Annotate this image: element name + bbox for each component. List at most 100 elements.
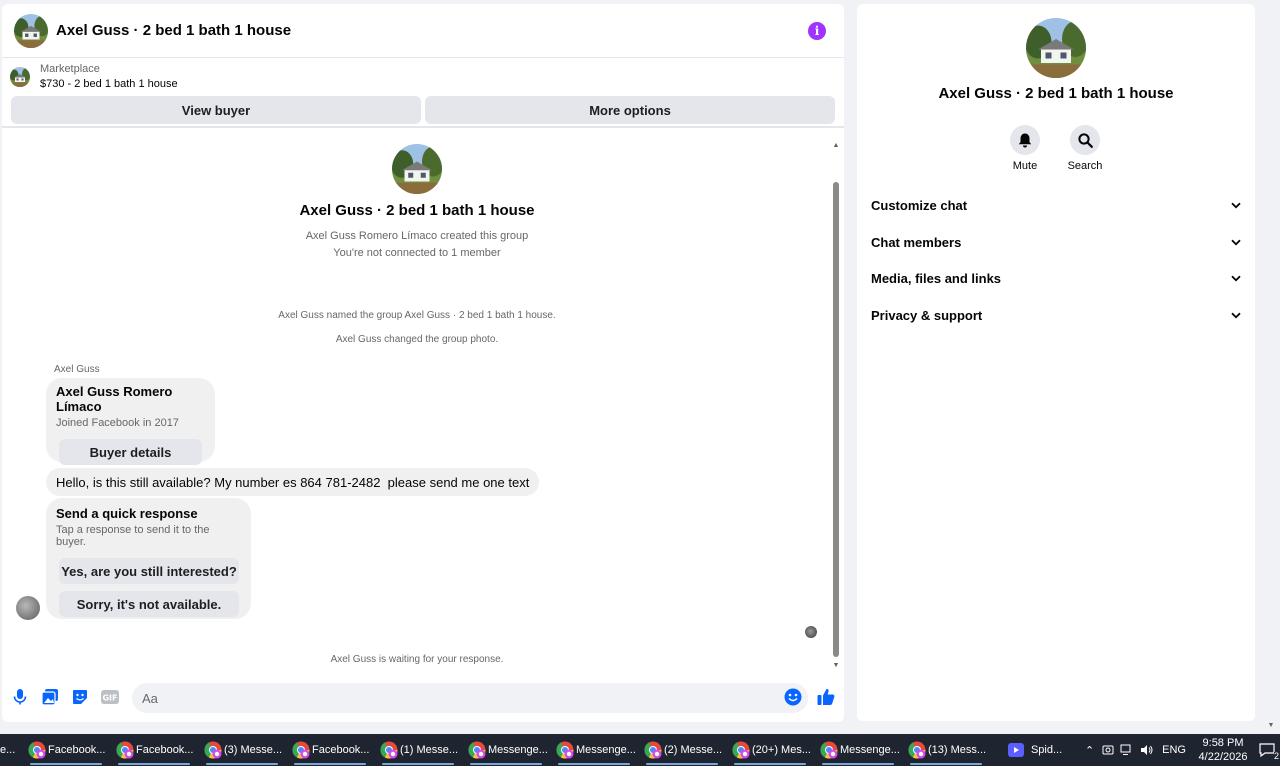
mute-button[interactable] xyxy=(1010,125,1040,155)
section-label: Media, files and links xyxy=(871,270,1002,286)
thread-scrollbar[interactable]: ▲ ▼ xyxy=(832,140,840,670)
clock-time: 9:58 PM xyxy=(1202,737,1244,749)
taskbar-item-video[interactable]: Spid... xyxy=(999,734,1079,766)
details-title: Axel Guss · 2 bed 1 bath 1 house xyxy=(938,85,1174,102)
intro-avatar xyxy=(392,144,442,194)
taskbar-item-label: (20+) Mes... xyxy=(752,744,811,756)
active-indicator xyxy=(206,763,278,765)
bell-icon xyxy=(1018,133,1032,147)
taskbar-item-chrome[interactable]: Messenge... xyxy=(550,734,638,766)
taskbar-item-label: (2) Messe... xyxy=(664,744,723,756)
page-scrollbar[interactable]: ▼ xyxy=(1266,0,1276,734)
house-photo xyxy=(14,14,48,48)
search-label: Search xyxy=(1067,160,1103,172)
taskbar-item-chrome[interactable]: (3) Messe... xyxy=(198,734,286,766)
quick-response-title: Send a quick response xyxy=(56,506,198,521)
scroll-up-arrow-icon[interactable]: ▲ xyxy=(832,142,840,150)
listing-price: $730 - 2 bed 1 bath 1 house xyxy=(40,78,178,90)
notification-count: 2 xyxy=(1273,751,1279,761)
section-media-files-links[interactable]: Media, files and links xyxy=(871,268,1241,288)
active-indicator xyxy=(30,763,102,765)
chrome-icon xyxy=(644,741,662,759)
search-button[interactable] xyxy=(1070,125,1100,155)
message-input-box[interactable] xyxy=(132,683,808,713)
buyer-details-button[interactable]: Buyer details xyxy=(59,439,202,465)
taskbar-item-label: Messenge... xyxy=(576,744,636,756)
taskbar-item-chrome[interactable]: Facebook... xyxy=(286,734,374,766)
active-indicator xyxy=(910,763,982,765)
chrome-icon xyxy=(28,741,46,759)
notification-center[interactable]: 2 xyxy=(1254,734,1280,766)
chrome-icon xyxy=(204,741,222,759)
taskbar-item-label: Facebook... xyxy=(136,744,194,756)
taskbar-window-list: Facebook... Facebook... (3) Messe... Facebo… xyxy=(22,734,990,766)
scroll-down-arrow-icon[interactable]: ▼ xyxy=(832,662,840,670)
mic-icon[interactable] xyxy=(11,688,29,706)
details-panel: Axel Guss · 2 bed 1 bath 1 house Mute Se… xyxy=(857,4,1255,721)
section-customize-chat[interactable]: Customize chat xyxy=(871,195,1241,215)
sticker-icon[interactable] xyxy=(71,688,89,706)
section-privacy-support[interactable]: Privacy & support xyxy=(871,305,1241,325)
emoji-icon[interactable] xyxy=(784,688,802,706)
quick-response-yes-button[interactable]: Yes, are you still interested? xyxy=(59,558,239,584)
wifi-icon[interactable] xyxy=(1120,744,1134,756)
info-icon[interactable]: i xyxy=(808,21,826,40)
video-icon xyxy=(1007,743,1024,757)
taskbar-item-chrome[interactable]: (1) Messe... xyxy=(374,734,462,766)
taskbar-clock[interactable]: 9:58 PM 4/22/2026 xyxy=(1192,736,1254,764)
page-scroll-down-icon[interactable]: ▼ xyxy=(1266,722,1276,729)
house-photo xyxy=(10,67,30,87)
section-chat-members[interactable]: Chat members xyxy=(871,232,1241,252)
chevron-down-icon xyxy=(1231,275,1241,281)
taskbar-item-label: Spid... xyxy=(1030,744,1063,756)
chat-title[interactable]: Axel Guss · 2 bed 1 bath 1 house xyxy=(56,22,808,39)
search-action[interactable]: Search xyxy=(1055,125,1115,172)
taskbar-item-label: (13) Mess... xyxy=(928,744,987,756)
taskbar-item-chrome[interactable]: (2) Messe... xyxy=(638,734,726,766)
active-indicator xyxy=(470,763,542,765)
view-buyer-button[interactable]: View buyer xyxy=(11,96,421,124)
thread-intro: Axel Guss · 2 bed 1 bath 1 house Axel Gu… xyxy=(2,140,832,262)
volume-icon[interactable] xyxy=(1140,744,1154,756)
active-indicator xyxy=(382,763,454,765)
system-tray: Spid... ⌃ ENG 9:58 PM 4/22/2026 2 xyxy=(999,734,1280,766)
section-label: Chat members xyxy=(871,234,962,250)
chat-panel: Axel Guss · 2 bed 1 bath 1 house i Marke… xyxy=(2,4,844,722)
listing-thumbnail xyxy=(10,67,30,87)
clock-date: 4/22/2026 xyxy=(1198,751,1248,763)
chrome-icon xyxy=(116,741,134,759)
taskbar-item-label: Messenge... xyxy=(488,744,548,756)
sender-name: Axel Guss xyxy=(54,364,100,375)
quick-response-card: Send a quick response Tap a response to … xyxy=(46,498,251,619)
chevron-up-icon[interactable]: ⌃ xyxy=(1085,744,1094,757)
taskbar-item-chrome[interactable]: Messenge... xyxy=(814,734,902,766)
scrollbar-thumb[interactable] xyxy=(833,182,839,657)
mute-action[interactable]: Mute xyxy=(995,125,1055,172)
message-thread[interactable]: Axel Guss · 2 bed 1 bath 1 house Axel Gu… xyxy=(2,140,844,670)
active-indicator xyxy=(558,763,630,765)
taskbar-item-first[interactable]: e... xyxy=(0,734,22,766)
taskbar-item-chrome[interactable]: Facebook... xyxy=(110,734,198,766)
mute-label: Mute xyxy=(1012,160,1038,172)
taskbar-item-chrome[interactable]: Messenge... xyxy=(462,734,550,766)
camera-icon[interactable] xyxy=(1102,744,1114,756)
taskbar-item-chrome[interactable]: (20+) Mes... xyxy=(726,734,814,766)
language-indicator[interactable]: ENG xyxy=(1162,744,1186,756)
quick-response-sorry-button[interactable]: Sorry, it's not available. xyxy=(59,591,239,617)
group-avatar[interactable] xyxy=(14,13,48,48)
sender-avatar[interactable] xyxy=(16,596,40,620)
taskbar-item-chrome[interactable]: (13) Mess... xyxy=(902,734,990,766)
like-icon[interactable] xyxy=(817,688,835,706)
details-avatar[interactable] xyxy=(1026,18,1086,78)
marketplace-listing[interactable]: Marketplace $730 - 2 bed 1 bath 1 house xyxy=(2,58,844,96)
taskbar-item-chrome[interactable]: Facebook... xyxy=(22,734,110,766)
message-input[interactable] xyxy=(142,690,808,706)
chevron-down-icon xyxy=(1231,202,1241,208)
image-icon[interactable] xyxy=(41,688,59,706)
chevron-down-icon xyxy=(1231,239,1241,245)
more-options-button[interactable]: More options xyxy=(425,96,835,124)
message-bubble[interactable]: Hello, is this still available? My numbe… xyxy=(46,468,540,496)
system-message-photo: Axel Guss changed the group photo. xyxy=(335,334,499,345)
intro-connected: You're not connected to 1 member xyxy=(333,247,501,259)
gif-icon[interactable]: GIF xyxy=(101,688,119,706)
